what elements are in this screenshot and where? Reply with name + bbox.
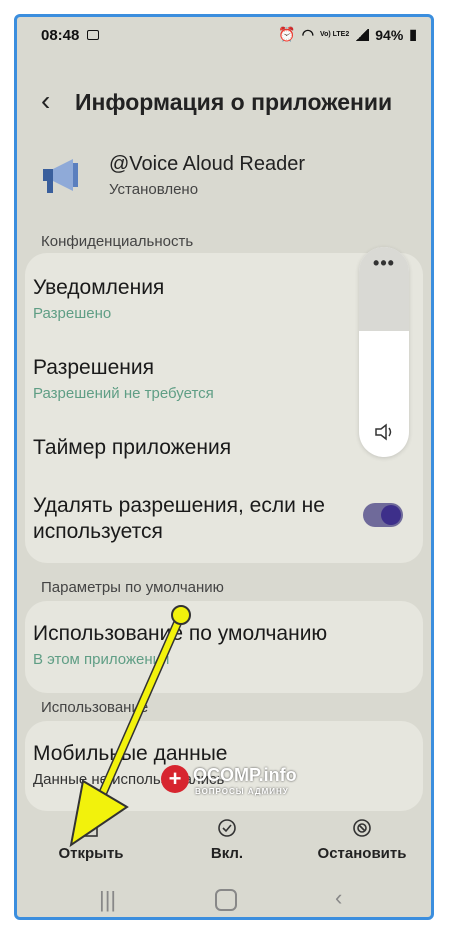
check-circle-icon <box>218 819 236 837</box>
recent-apps-icon[interactable]: ||| <box>99 887 116 913</box>
home-icon[interactable] <box>215 889 237 911</box>
status-bar: 08:48 ⏰ ◠ Vo) LTE2 94% ▮ <box>17 17 431 53</box>
lte-indicator: Vo) LTE2 <box>319 31 350 38</box>
enable-button[interactable]: Вкл. <box>167 817 287 862</box>
signal-icon <box>355 28 370 41</box>
default-use-item[interactable]: Использование по умолчанию В этом прилож… <box>33 621 327 668</box>
remove-permissions-line1: Удалять разрешения, если не <box>33 494 325 517</box>
stop-circle-icon <box>353 819 371 837</box>
permissions-title: Разрешения <box>33 356 154 379</box>
remove-permissions-toggle[interactable] <box>363 503 403 527</box>
open-label: Открыть <box>58 845 124 862</box>
watermark-tagline: ВОПРОСЫ АДМИНУ <box>195 787 289 796</box>
default-use-subtitle: В этом приложении <box>33 651 170 668</box>
page-title: Информация о приложении <box>75 89 393 115</box>
notifications-subtitle: Разрешено <box>33 305 112 322</box>
back-nav-icon[interactable]: ‹ <box>335 885 342 911</box>
section-usage: Использование <box>41 699 149 716</box>
stop-label: Остановить <box>317 845 407 862</box>
enable-label: Вкл. <box>210 845 244 862</box>
app-install-status: Установлено <box>109 181 199 198</box>
watermark-brand: OCOMP.info <box>193 765 297 785</box>
volume-panel[interactable]: ••• <box>359 247 409 457</box>
default-use-title: Использование по умолчанию <box>33 622 328 645</box>
app-timer-item[interactable]: Таймер приложения <box>33 435 231 461</box>
open-external-icon <box>82 819 100 837</box>
notifications-item[interactable]: Уведомления Разрешено <box>33 275 164 322</box>
watermark-logo: + OCOMP.info ВОПРОСЫ АДМИНУ <box>161 765 311 805</box>
remove-permissions-line2: используется <box>33 520 163 543</box>
toggle-knob <box>381 505 401 525</box>
app-timer-title: Таймер приложения <box>33 436 232 459</box>
status-time: 08:48 <box>41 27 80 44</box>
app-name: @Voice Aloud Reader <box>109 153 305 175</box>
battery-icon: ▮ <box>409 26 417 42</box>
watermark-badge: + <box>161 765 189 793</box>
phone-screen: 08:48 ⏰ ◠ Vo) LTE2 94% ▮ ‹ Информация о … <box>14 14 434 920</box>
remove-permissions-item[interactable]: Удалять разрешения, если не используется <box>33 493 325 545</box>
app-header: ‹ Информация о приложении <box>17 85 431 125</box>
section-privacy: Конфиденциальность <box>41 233 194 250</box>
bottom-action-bar: Открыть Вкл. Остановить <box>17 817 431 877</box>
more-options-icon[interactable]: ••• <box>359 253 409 274</box>
chevron-left-icon[interactable]: ‹ <box>41 87 50 115</box>
open-button[interactable]: Открыть <box>31 817 151 862</box>
wifi-icon: ◠ <box>301 26 314 42</box>
speaker-icon[interactable] <box>375 423 395 441</box>
notifications-title: Уведомления <box>33 276 165 299</box>
battery-text: 94% <box>375 26 404 43</box>
permissions-subtitle: Разрешений не требуется <box>33 385 214 402</box>
permissions-item[interactable]: Разрешения Разрешений не требуется <box>33 355 214 402</box>
stop-button[interactable]: Остановить <box>302 817 422 862</box>
alarm-icon: ⏰ <box>278 26 296 42</box>
section-defaults: Параметры по умолчанию <box>41 579 224 596</box>
megaphone-icon <box>43 159 78 193</box>
system-navigation-bar: ||| ‹ <box>17 885 431 917</box>
gallery-notification-icon <box>87 30 99 40</box>
mobile-data-title: Мобильные данные <box>33 742 228 765</box>
status-icons: ⏰ ◠ Vo) LTE2 94% ▮ <box>278 26 417 43</box>
